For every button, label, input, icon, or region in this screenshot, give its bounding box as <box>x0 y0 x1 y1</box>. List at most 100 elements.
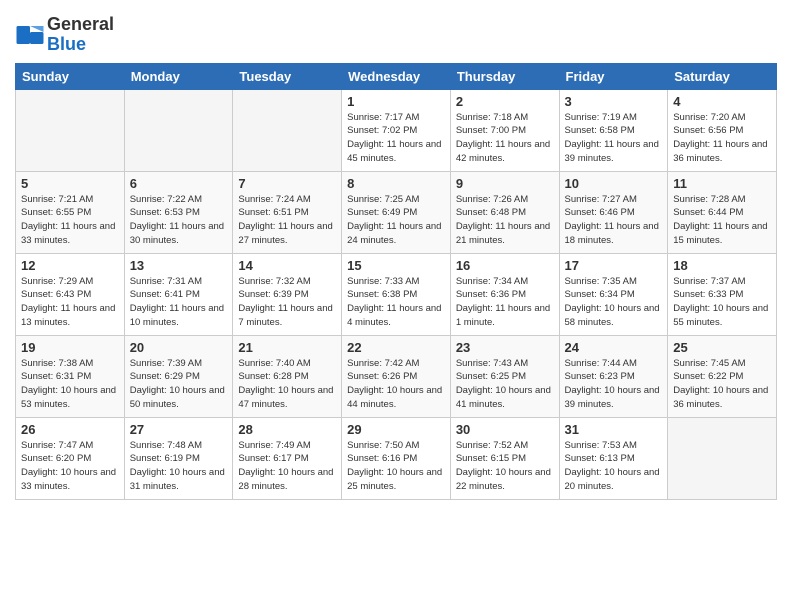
logo: General Blue <box>15 15 114 55</box>
logo-general: General <box>47 14 114 34</box>
calendar-day-cell: 3 Sunrise: 7:19 AMSunset: 6:58 PMDaylight… <box>559 89 668 171</box>
sunrise-text: Sunrise: 7:32 AM <box>238 276 310 287</box>
daylight-text: Daylight: 11 hours and 4 minutes. <box>347 303 441 328</box>
daylight-text: Daylight: 11 hours and 24 minutes. <box>347 221 441 246</box>
day-info: Sunrise: 7:26 AMSunset: 6:48 PMDaylight:… <box>456 193 554 248</box>
sunrise-text: Sunrise: 7:49 AM <box>238 440 310 451</box>
daylight-text: Daylight: 11 hours and 30 minutes. <box>130 221 224 246</box>
daylight-text: Daylight: 11 hours and 15 minutes. <box>673 221 767 246</box>
sunrise-text: Sunrise: 7:21 AM <box>21 194 93 205</box>
daylight-text: Daylight: 10 hours and 25 minutes. <box>347 467 442 492</box>
day-number: 17 <box>565 258 663 273</box>
sunrise-text: Sunrise: 7:48 AM <box>130 440 202 451</box>
sunrise-text: Sunrise: 7:24 AM <box>238 194 310 205</box>
daylight-text: Daylight: 11 hours and 27 minutes. <box>238 221 332 246</box>
sunset-text: Sunset: 6:39 PM <box>238 289 308 300</box>
calendar-day-cell: 2 Sunrise: 7:18 AMSunset: 7:00 PMDaylight… <box>450 89 559 171</box>
calendar-week-row: 12Sunrise: 7:29 AMSunset: 6:43 PMDayligh… <box>16 253 777 335</box>
day-info: Sunrise: 7:19 AMSunset: 6:58 PMDaylight:… <box>565 111 663 166</box>
day-number: 20 <box>130 340 228 355</box>
day-info: Sunrise: 7:33 AMSunset: 6:38 PMDaylight:… <box>347 275 445 330</box>
daylight-text: Daylight: 11 hours and 36 minutes. <box>673 139 767 164</box>
daylight-text: Daylight: 10 hours and 20 minutes. <box>565 467 660 492</box>
sunset-text: Sunset: 6:16 PM <box>347 453 417 464</box>
calendar-day-cell: 8Sunrise: 7:25 AMSunset: 6:49 PMDaylight… <box>342 171 451 253</box>
sunrise-text: Sunrise: 7:22 AM <box>130 194 202 205</box>
sunrise-text: Sunrise: 7:26 AM <box>456 194 528 205</box>
day-info: Sunrise: 7:49 AMSunset: 6:17 PMDaylight:… <box>238 439 336 494</box>
calendar-header-wednesday: Wednesday <box>342 63 451 89</box>
calendar-header-row: SundayMondayTuesdayWednesdayThursdayFrid… <box>16 63 777 89</box>
sunset-text: Sunset: 6:15 PM <box>456 453 526 464</box>
calendar-day-cell: 12Sunrise: 7:29 AMSunset: 6:43 PMDayligh… <box>16 253 125 335</box>
daylight-text: Daylight: 11 hours and 21 minutes. <box>456 221 550 246</box>
daylight-text: Daylight: 11 hours and 18 minutes. <box>565 221 659 246</box>
calendar-day-cell: 11 Sunrise: 7:28 AMSunset: 6:44 PMDayligh… <box>668 171 777 253</box>
calendar-day-cell: 27Sunrise: 7:48 AMSunset: 6:19 PMDayligh… <box>124 417 233 499</box>
sunrise-text: Sunrise: 7:45 AM <box>673 358 745 369</box>
daylight-text: Daylight: 11 hours and 33 minutes. <box>21 221 115 246</box>
day-info: Sunrise: 7:17 AMSunset: 7:02 PMDaylight:… <box>347 111 445 166</box>
day-number: 22 <box>347 340 445 355</box>
sunrise-text: Sunrise: 7:52 AM <box>456 440 528 451</box>
sunset-text: Sunset: 6:38 PM <box>347 289 417 300</box>
daylight-text: Daylight: 11 hours and 45 minutes. <box>347 139 441 164</box>
sunset-text: Sunset: 6:51 PM <box>238 207 308 218</box>
day-info: Sunrise: 7:31 AMSunset: 6:41 PMDaylight:… <box>130 275 228 330</box>
sunrise-text: Sunrise: 7:19 AM <box>565 112 637 123</box>
day-info: Sunrise: 7:44 AMSunset: 6:23 PMDaylight:… <box>565 357 663 412</box>
calendar-day-cell: 22 Sunrise: 7:42 AMSunset: 6:26 PMDayligh… <box>342 335 451 417</box>
calendar-week-row: 19Sunrise: 7:38 AMSunset: 6:31 PMDayligh… <box>16 335 777 417</box>
sunset-text: Sunset: 6:13 PM <box>565 453 635 464</box>
sunset-text: Sunset: 6:20 PM <box>21 453 91 464</box>
calendar-week-row: 5 Sunrise: 7:21 AM Sunset: 6:55 PM Daylight… <box>16 171 777 253</box>
calendar-day-cell: 10Sunrise: 7:27 AMSunset: 6:46 PMDayligh… <box>559 171 668 253</box>
calendar-day-cell: 30Sunrise: 7:52 AMSunset: 6:15 PMDayligh… <box>450 417 559 499</box>
day-info: Sunrise: 7:28 AMSunset: 6:44 PMDaylight:… <box>673 193 771 248</box>
daylight-text: Daylight: 11 hours and 10 minutes. <box>130 303 224 328</box>
calendar-header-friday: Friday <box>559 63 668 89</box>
sunset-text: Sunset: 6:28 PM <box>238 371 308 382</box>
day-number: 2 <box>456 94 554 109</box>
sunrise-text: Sunrise: 7:17 AM <box>347 112 419 123</box>
day-number: 13 <box>130 258 228 273</box>
day-info: Sunrise: 7:42 AMSunset: 6:26 PMDaylight:… <box>347 357 445 412</box>
daylight-text: Daylight: 11 hours and 13 minutes. <box>21 303 115 328</box>
sunset-text: Sunset: 6:55 PM <box>21 207 91 218</box>
day-info: Sunrise: 7:20 AMSunset: 6:56 PMDaylight:… <box>673 111 771 166</box>
calendar-day-cell <box>668 417 777 499</box>
sunrise-text: Sunrise: 7:37 AM <box>673 276 745 287</box>
day-info: Sunrise: 7:18 AMSunset: 7:00 PMDaylight:… <box>456 111 554 166</box>
sunset-text: Sunset: 6:22 PM <box>673 371 743 382</box>
calendar-header-sunday: Sunday <box>16 63 125 89</box>
day-number: 5 <box>21 176 119 191</box>
day-info: Sunrise: 7:21 AM Sunset: 6:55 PM Daylight:… <box>21 193 119 248</box>
calendar-day-cell: 20Sunrise: 7:39 AMSunset: 6:29 PMDayligh… <box>124 335 233 417</box>
sunset-text: Sunset: 6:49 PM <box>347 207 417 218</box>
day-number: 11 <box>673 176 771 191</box>
calendar-header-thursday: Thursday <box>450 63 559 89</box>
day-number: 3 <box>565 94 663 109</box>
sunrise-text: Sunrise: 7:25 AM <box>347 194 419 205</box>
sunset-text: Sunset: 6:41 PM <box>130 289 200 300</box>
calendar-day-cell: 7 Sunrise: 7:24 AM Sunset: 6:51 PM Daylight… <box>233 171 342 253</box>
daylight-text: Daylight: 10 hours and 55 minutes. <box>673 303 768 328</box>
header: General Blue <box>15 10 777 55</box>
day-info: Sunrise: 7:22 AMSunset: 6:53 PMDaylight:… <box>130 193 228 248</box>
day-number: 28 <box>238 422 336 437</box>
sunrise-text: Sunrise: 7:29 AM <box>21 276 93 287</box>
day-number: 21 <box>238 340 336 355</box>
calendar-day-cell: 23Sunrise: 7:43 AMSunset: 6:25 PMDayligh… <box>450 335 559 417</box>
sunset-text: Sunset: 6:56 PM <box>673 125 743 136</box>
day-number: 31 <box>565 422 663 437</box>
day-info: Sunrise: 7:47 AMSunset: 6:20 PMDaylight:… <box>21 439 119 494</box>
day-info: Sunrise: 7:29 AMSunset: 6:43 PMDaylight:… <box>21 275 119 330</box>
day-info: Sunrise: 7:24 AM Sunset: 6:51 PM Daylight:… <box>238 193 336 248</box>
daylight-text: Daylight: 10 hours and 47 minutes. <box>238 385 333 410</box>
calendar-header-saturday: Saturday <box>668 63 777 89</box>
day-number: 6 <box>130 176 228 191</box>
day-info: Sunrise: 7:34 AMSunset: 6:36 PMDaylight:… <box>456 275 554 330</box>
sunrise-text: Sunrise: 7:38 AM <box>21 358 93 369</box>
day-number: 7 <box>238 176 336 191</box>
day-info: Sunrise: 7:53 AMSunset: 6:13 PMDaylight:… <box>565 439 663 494</box>
